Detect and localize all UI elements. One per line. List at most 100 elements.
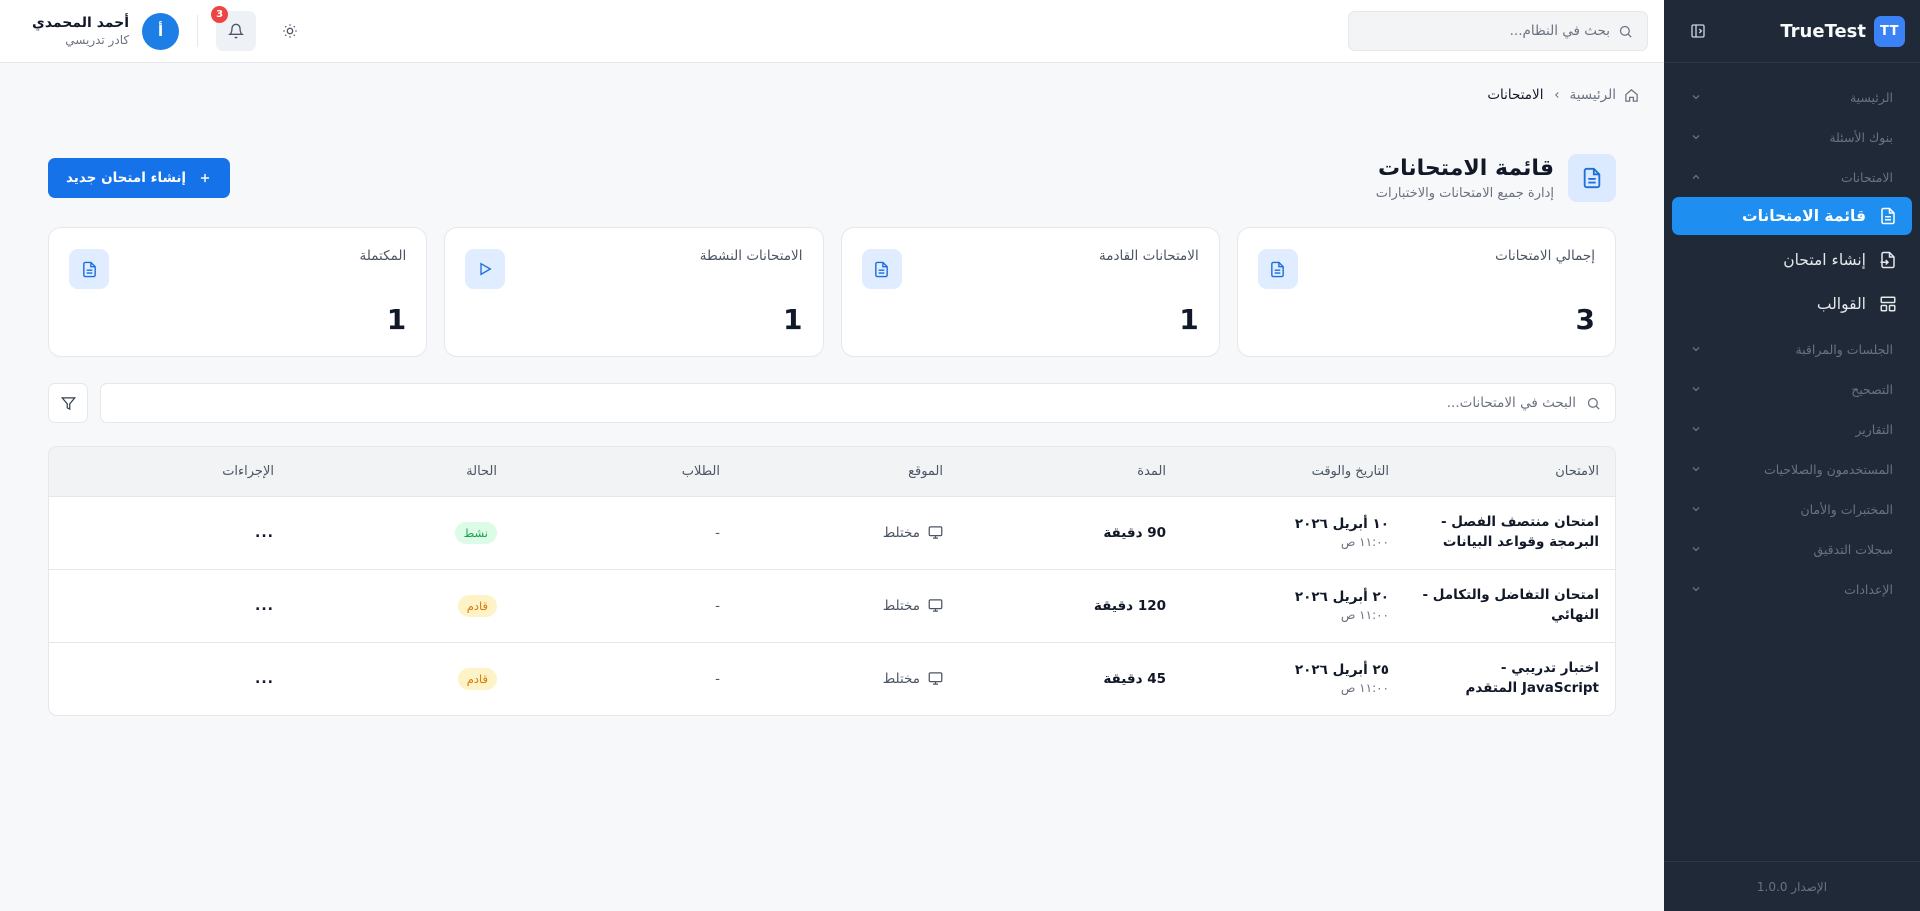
exam-search-input[interactable]: البحث في الامتحانات... [100, 383, 1616, 423]
page-title-group: قائمة الامتحانات إدارة جميع الامتحانات و… [1376, 154, 1616, 202]
sidebar-group-exams[interactable]: الامتحانات [1664, 157, 1920, 197]
exam-name[interactable]: امتحان منتصف الفصل - البرمجة وقواعد البي… [1421, 513, 1599, 552]
document-icon [1257, 249, 1298, 289]
topbar-user-area: 3 أ أحمد المحمدي كادر تدريسي [32, 6, 310, 51]
location-label: مختلط [882, 597, 920, 614]
app-version: الإصدار 1.0.0 [1664, 861, 1920, 911]
col-duration[interactable]: المدة [959, 447, 1182, 496]
exam-time: ١١:٠٠ ص [1340, 535, 1389, 549]
home-icon[interactable] [1624, 88, 1639, 103]
brand[interactable]: TT TrueTest [1780, 15, 1905, 47]
exam-name[interactable]: امتحان التفاضل والتكامل - النهائي [1421, 586, 1599, 625]
col-datetime[interactable]: التاريخ والوقت [1182, 447, 1405, 496]
sun-icon [282, 23, 298, 39]
sidebar-group-label: سجلات التدقيق [1813, 541, 1893, 557]
layout-icon [1878, 294, 1898, 314]
create-exam-button[interactable]: إنشاء امتحان جديد [48, 158, 231, 198]
sidebar-collapse-icon[interactable] [1688, 21, 1708, 41]
exam-duration: 45 دقيقة [1103, 670, 1166, 687]
chevron-down-icon [1690, 543, 1702, 555]
breadcrumb-home[interactable]: الرئيسية [1570, 87, 1617, 103]
monitor-icon [928, 598, 943, 613]
stat-card-upcoming: الامتحانات القادمة 1 [840, 227, 1220, 357]
sidebar-item-create-exam[interactable]: إنشاء امتحان [1672, 241, 1912, 279]
col-status[interactable]: الحالة [290, 447, 513, 496]
exams-table: الامتحان التاريخ والوقت المدة الموقع الط… [48, 446, 1616, 716]
page-header: قائمة الامتحانات إدارة جميع الامتحانات و… [48, 151, 1616, 205]
sidebar-group-banks[interactable]: بنوك الأسئلة [1664, 117, 1920, 157]
sidebar-group-labs[interactable]: المختبرات والأمان [1664, 489, 1920, 529]
col-exam[interactable]: الامتحان [1405, 447, 1615, 496]
stat-label: الامتحانات النشطة [699, 248, 803, 264]
sidebar-group-label: الامتحانات [1840, 169, 1893, 185]
row-actions-menu-icon[interactable]: ... [255, 598, 274, 614]
sidebar-group-settings[interactable]: الإعدادات [1664, 569, 1920, 609]
row-actions-menu-icon[interactable]: ... [255, 525, 274, 541]
chevron-down-icon [1690, 91, 1702, 103]
filter-button[interactable] [48, 383, 88, 423]
col-location[interactable]: الموقع [736, 447, 959, 496]
sidebar-group-label: الرئيسية [1849, 89, 1893, 105]
file-import-icon [1878, 250, 1898, 270]
chevron-down-icon [1690, 423, 1702, 435]
table-toolbar: البحث في الامتحانات... [48, 383, 1616, 423]
page-title: قائمة الامتحانات [1378, 155, 1554, 181]
stat-label: إجمالي الامتحانات [1495, 248, 1595, 264]
stats-cards: إجمالي الامتحانات 3 الامتحانات القادمة 1… [48, 227, 1616, 357]
sidebar-item-label: قائمة الامتحانات [1742, 207, 1866, 225]
filter-icon [60, 396, 76, 411]
chevron-down-icon [1690, 583, 1702, 595]
chevron-down-icon [1690, 383, 1702, 395]
brand-badge: TT [1874, 15, 1905, 47]
sidebar-group-grading[interactable]: التصحيح [1664, 369, 1920, 409]
user-menu[interactable]: أ أحمد المحمدي كادر تدريسي [32, 12, 180, 50]
sidebar-group-reports[interactable]: التقارير [1664, 409, 1920, 449]
sidebar-group-audit[interactable]: سجلات التدقيق [1664, 529, 1920, 569]
status-badge: قادم [457, 667, 497, 690]
stat-card-active: الامتحانات النشطة 1 [444, 227, 824, 357]
global-search-input[interactable]: بحث في النظام... [1348, 11, 1648, 51]
table-row[interactable]: امتحان منتصف الفصل - البرمجة وقواعد البي… [49, 496, 1615, 569]
sidebar-group-users[interactable]: المستخدمون والصلاحيات [1664, 449, 1920, 489]
exam-students: - [715, 524, 720, 541]
location-label: مختلط [882, 670, 920, 687]
sidebar-group-label: المختبرات والأمان [1800, 501, 1893, 517]
search-placeholder: البحث في الامتحانات... [1446, 395, 1576, 411]
table-row[interactable]: اختبار تدريبي - JavaScript المتقدم ٢٥ أب… [49, 642, 1615, 715]
sidebar-group-sessions[interactable]: الجلسات والمراقبة [1664, 329, 1920, 369]
plus-icon [198, 171, 212, 185]
exam-name[interactable]: اختبار تدريبي - JavaScript المتقدم [1421, 659, 1599, 698]
sidebar-item-templates[interactable]: القوالب [1672, 285, 1912, 323]
create-exam-label: إنشاء امتحان جديد [66, 170, 187, 186]
sidebar: TT TrueTest الرئيسية بنوك الأسئلة الامتح… [1664, 0, 1920, 911]
exam-location: مختلط [752, 598, 943, 614]
sidebar-item-exam-list[interactable]: قائمة الامتحانات [1672, 197, 1912, 235]
row-actions-menu-icon[interactable]: ... [255, 671, 274, 687]
stat-value: 1 [1179, 303, 1199, 336]
play-icon [465, 249, 506, 289]
exam-duration: 90 دقيقة [1103, 524, 1166, 541]
bell-icon [228, 23, 245, 39]
exam-students: - [715, 597, 720, 614]
sidebar-group-label: المستخدمون والصلاحيات [1763, 461, 1893, 477]
col-actions: الإجراءات [222, 463, 274, 479]
stat-value: 1 [783, 303, 803, 336]
document-icon [69, 249, 109, 289]
sidebar-group-home[interactable]: الرئيسية [1664, 77, 1920, 117]
chevron-down-icon [1690, 343, 1702, 355]
exam-location: مختلط [752, 525, 943, 541]
exam-date: ٢٥ أبريل ٢٠٢٦ [1294, 662, 1389, 679]
table-row[interactable]: امتحان التفاضل والتكامل - النهائي ٢٠ أبر… [49, 569, 1615, 642]
col-students[interactable]: الطلاب [513, 447, 736, 496]
user-name: أحمد المحمدي [32, 15, 130, 31]
theme-toggle-button[interactable] [270, 11, 310, 51]
chevron-down-icon [1690, 463, 1702, 475]
table-header-row: الامتحان التاريخ والوقت المدة الموقع الط… [49, 447, 1615, 496]
notifications-button[interactable]: 3 [211, 6, 257, 51]
main-content: الرئيسية الامتحانات قائمة الامتحانات إدا… [0, 63, 1664, 911]
stat-label: المكتملة [359, 248, 407, 264]
exam-location: مختلط [752, 671, 943, 687]
user-info: أحمد المحمدي كادر تدريسي [32, 15, 129, 47]
search-icon [1618, 24, 1633, 39]
breadcrumb-current: الامتحانات [1487, 87, 1544, 103]
